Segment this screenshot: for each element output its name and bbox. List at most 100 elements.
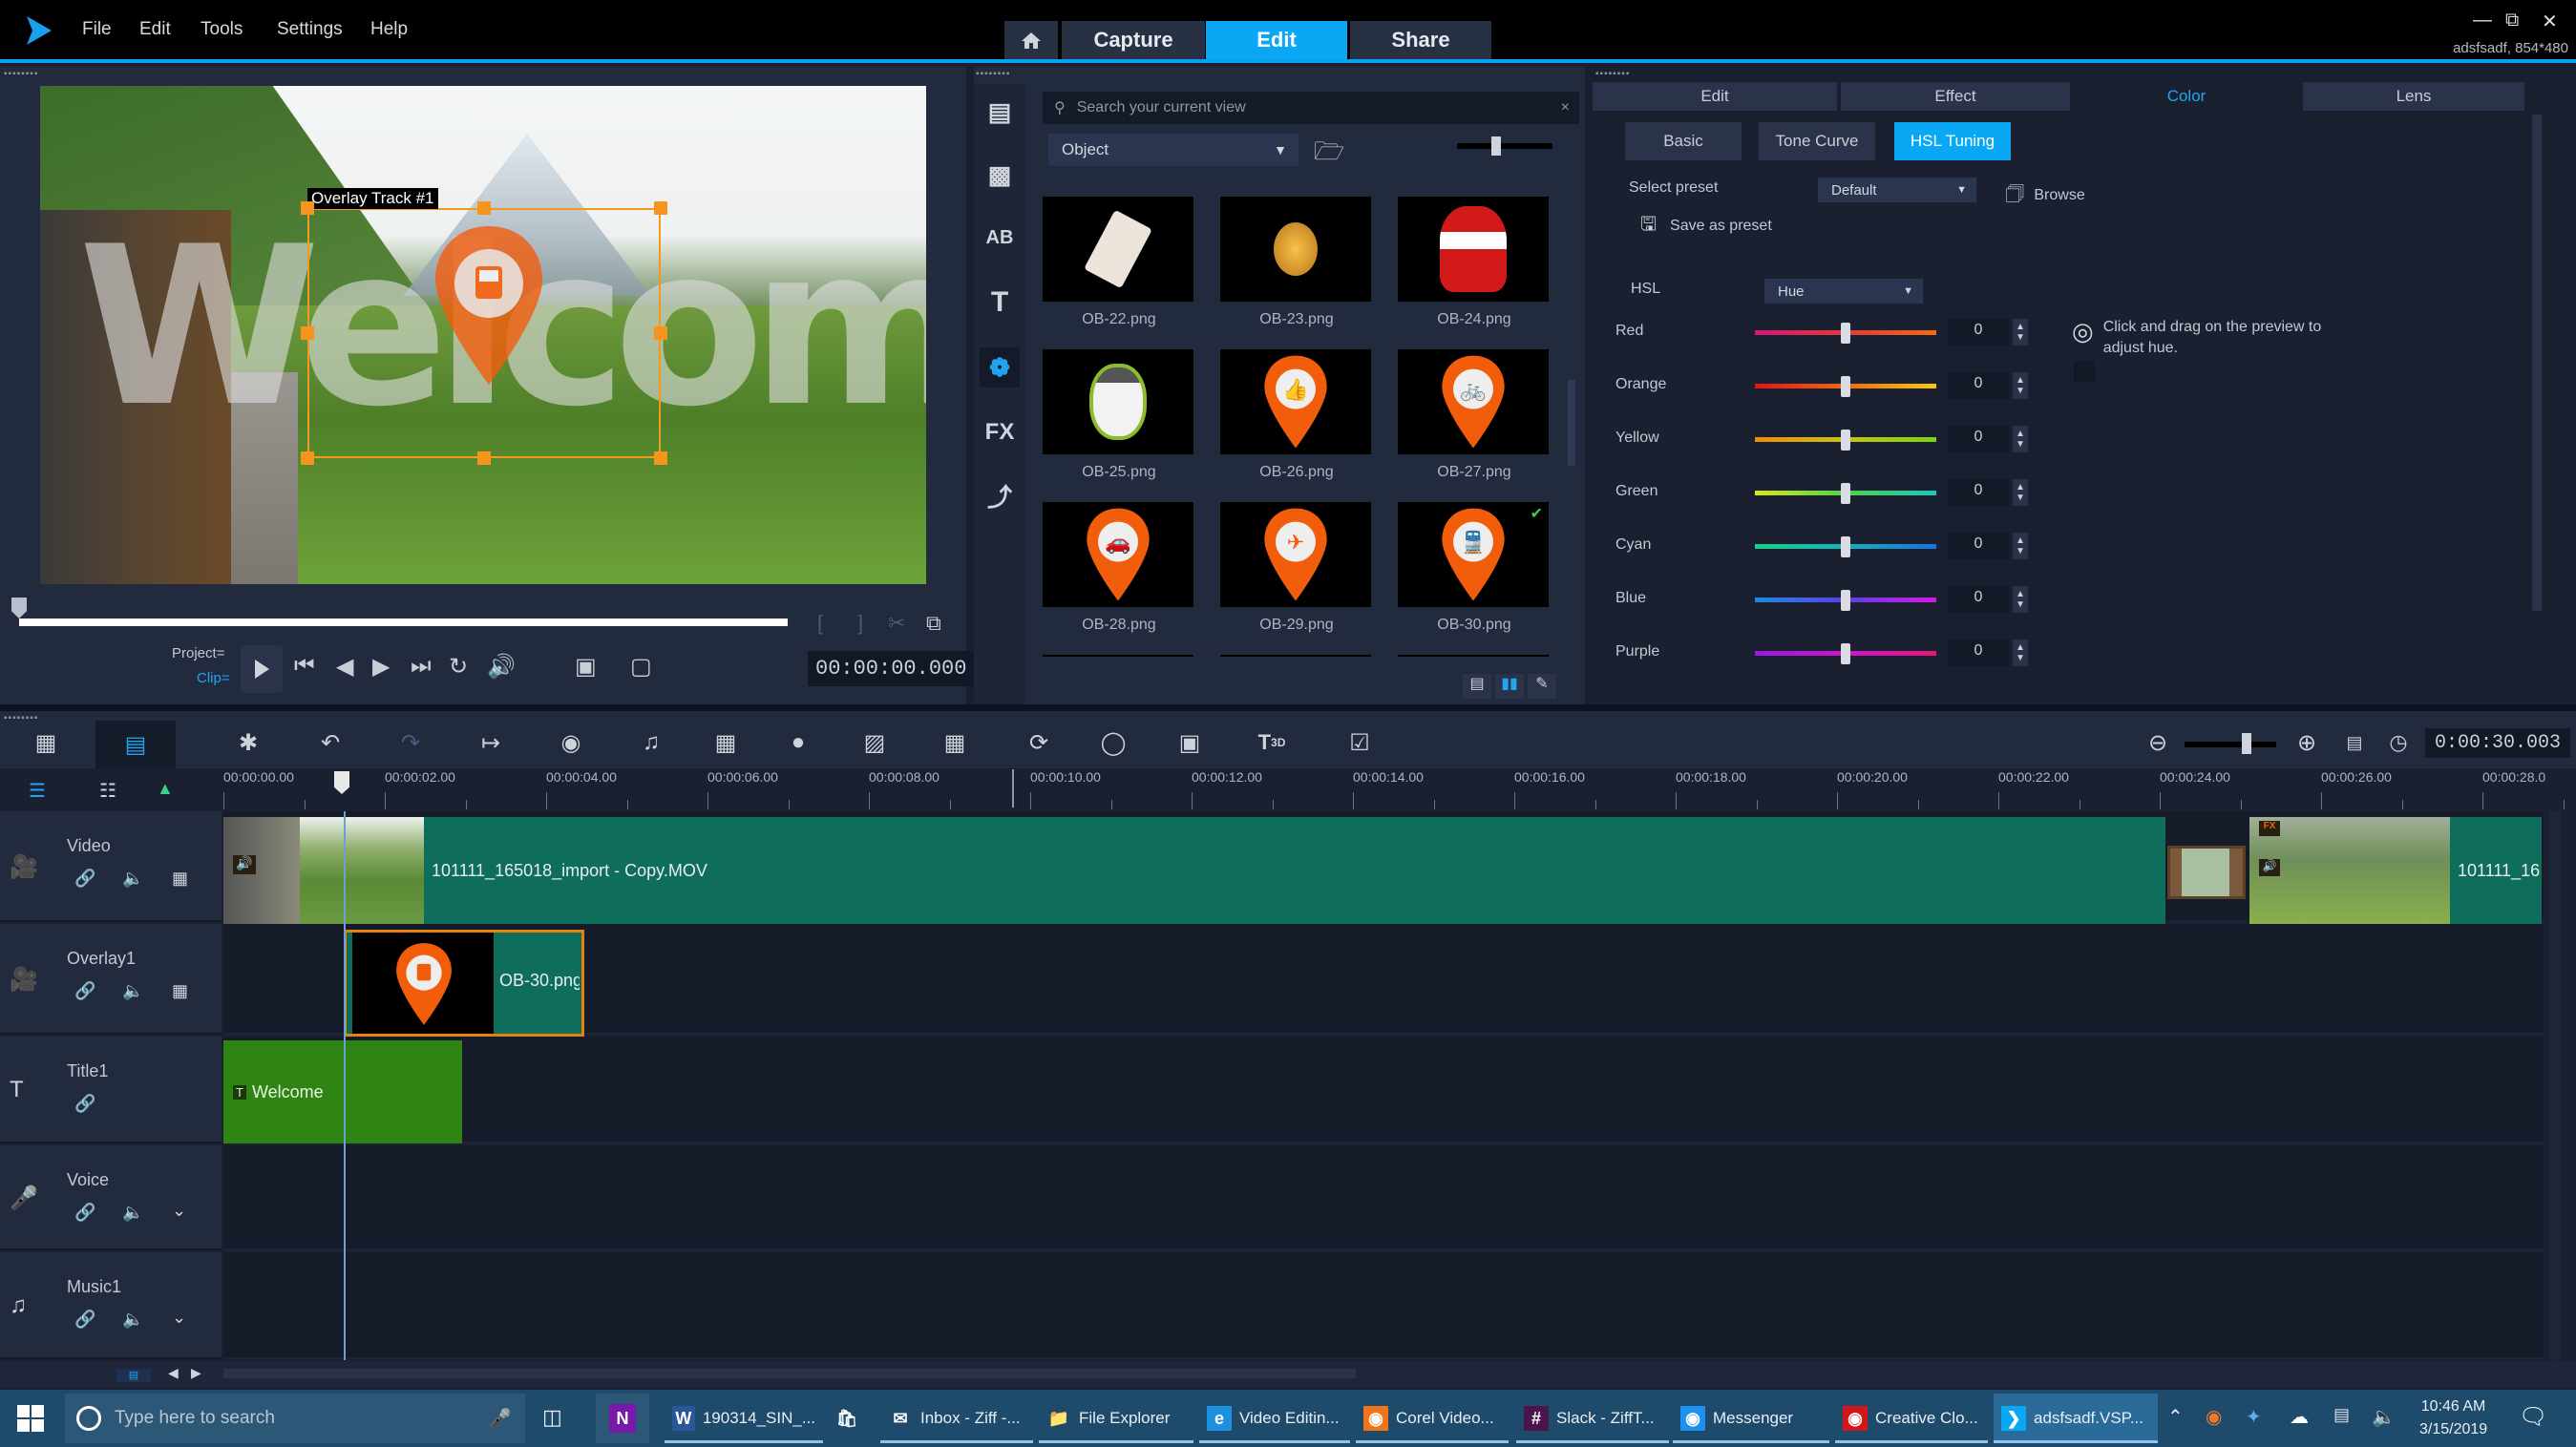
scrubber-bar[interactable]: [19, 619, 788, 626]
slider-spinner[interactable]: ▲ ▼: [2013, 640, 2028, 666]
slider-thumb[interactable]: [1841, 323, 1850, 344]
taskbar-app-button[interactable]: W 190314_SIN_...: [665, 1394, 823, 1443]
track-header-voice[interactable]: 🎤 Voice 🔗 🔈 ⌄: [0, 1145, 222, 1250]
menu-help[interactable]: Help: [370, 19, 408, 40]
link-icon[interactable]: 🔗: [74, 869, 95, 889]
slider-value-input[interactable]: 0: [1948, 640, 2009, 666]
menu-settings[interactable]: Settings: [277, 19, 343, 40]
mark-in-button[interactable]: [: [817, 611, 823, 636]
slider-thumb[interactable]: [1841, 483, 1850, 504]
track-transparency-icon[interactable]: ▦: [172, 869, 188, 889]
link-icon[interactable]: 🔗: [74, 1203, 95, 1223]
clip-mode-label[interactable]: Clip=: [197, 670, 230, 686]
panel-grip[interactable]: ▪▪▪▪▪▪▪▪: [4, 69, 38, 79]
expand-track-icon[interactable]: ⌄: [172, 1201, 186, 1221]
options-scrollbar[interactable]: [2532, 115, 2542, 611]
mute-icon[interactable]: 🔈: [122, 1310, 143, 1330]
zoom-out-icon[interactable]: ⊖: [2139, 725, 2177, 760]
library-item-partial[interactable]: [1220, 655, 1371, 657]
slider-value-input[interactable]: 0: [1948, 426, 2009, 452]
zoom-fit-icon[interactable]: ▤: [116, 1369, 151, 1382]
slider-value-input[interactable]: 0: [1948, 533, 2009, 559]
resize-handle-tl[interactable]: [301, 201, 314, 215]
mask-creator-icon[interactable]: ◯: [1094, 725, 1132, 760]
time-remapping-icon[interactable]: ⟳: [1020, 725, 1058, 760]
timeline-zoom-thumb[interactable]: [2242, 733, 2251, 754]
track-header-title[interactable]: T Title1 🔗: [0, 1037, 222, 1143]
taskbar-app-button[interactable]: 📁 File Explorer: [1039, 1394, 1193, 1443]
close-button[interactable]: ✕: [2542, 10, 2558, 33]
motion-tracking-icon[interactable]: ●: [779, 725, 817, 760]
view-list-button[interactable]: ▤: [1463, 674, 1491, 699]
taskbar-app-button[interactable]: ❯ adsfsadf.VSP...: [1994, 1394, 2158, 1443]
slider-spinner[interactable]: ▲ ▼: [2013, 372, 2028, 399]
spin-up-icon[interactable]: ▲: [2016, 589, 2025, 599]
slider-spinner[interactable]: ▲ ▼: [2013, 586, 2028, 613]
taskbar-clock[interactable]: 10:46 AM 3/15/2019: [2419, 1395, 2487, 1441]
link-icon[interactable]: 🔗: [74, 981, 95, 1001]
category-dropdown[interactable]: Object ▼: [1048, 134, 1299, 166]
onenote-button[interactable]: N: [596, 1394, 649, 1443]
previous-frame-button[interactable]: ◀: [336, 653, 353, 681]
subtitle-editor-icon[interactable]: ▨: [855, 725, 894, 760]
taskbar-app-button[interactable]: e Video Editin...: [1199, 1394, 1350, 1443]
tab-options-lens[interactable]: Lens: [2303, 82, 2524, 111]
track-lane-music[interactable]: [223, 1252, 2544, 1359]
library-item-partial[interactable]: [1398, 655, 1549, 657]
end-frame-button[interactable]: ⏭: [411, 653, 432, 680]
timecode-display[interactable]: 00:00:00.000 ⇕: [808, 651, 996, 686]
storyboard-view-icon[interactable]: ▦: [27, 725, 65, 760]
slider-value-input[interactable]: 0: [1948, 372, 2009, 399]
tab-share[interactable]: Share: [1350, 21, 1491, 59]
timeline-zoom-slider[interactable]: [2185, 742, 2276, 747]
library-scrollbar[interactable]: [1568, 380, 1575, 466]
project-mode-label[interactable]: Project=: [172, 645, 224, 661]
start-button[interactable]: [17, 1405, 44, 1432]
library-item[interactable]: OB-24.png: [1384, 197, 1564, 349]
home-button[interactable]: [1004, 21, 1058, 59]
taskbar-search-box[interactable]: Type here to search 🎤: [65, 1394, 525, 1443]
tray-slack-icon[interactable]: ✦: [2246, 1405, 2262, 1429]
sound-mixer-icon[interactable]: ♫: [632, 725, 670, 760]
mute-icon[interactable]: 🔈: [122, 869, 143, 889]
tab-options-effect[interactable]: Effect: [1841, 82, 2070, 111]
spin-up-icon[interactable]: ▲: [2016, 642, 2025, 653]
taskbar-app-button[interactable]: ✉ Inbox - Ziff -...: [880, 1394, 1033, 1443]
taskbar-app-button[interactable]: 🛍: [827, 1394, 876, 1443]
multi-camera-icon[interactable]: ▦: [936, 725, 974, 760]
video-clip-second-thumbnail[interactable]: FX 🔊: [2249, 817, 2450, 924]
repeat-button[interactable]: ↻: [449, 653, 468, 681]
task-view-icon[interactable]: ◫: [542, 1405, 562, 1430]
slider-thumb[interactable]: [1841, 590, 1850, 611]
slider-spinner[interactable]: ▲ ▼: [2013, 426, 2028, 452]
spin-up-icon[interactable]: ▲: [2016, 482, 2025, 493]
library-item[interactable]: OB-22.png: [1029, 197, 1209, 349]
toolbar-options-icon[interactable]: ✱: [229, 725, 267, 760]
motion-path-icon[interactable]: ⤴: [980, 475, 1020, 515]
volume-button[interactable]: 🔊: [487, 653, 516, 681]
slider-thumb[interactable]: [1841, 430, 1850, 451]
resize-handle-r[interactable]: [654, 326, 667, 340]
home-frame-button[interactable]: ⏮: [294, 653, 315, 680]
track-header-video[interactable]: 🎥 Video 🔗 🔈 ▦: [0, 811, 222, 922]
title-icon[interactable]: T: [980, 283, 1020, 323]
zoom-in-icon[interactable]: ⊕: [2288, 725, 2326, 760]
library-item[interactable]: OB-23.png: [1207, 197, 1386, 349]
track-header-music[interactable]: ♫ Music1 🔗 🔈 ⌄: [0, 1252, 222, 1359]
slider-spinner[interactable]: ▲ ▼: [2013, 319, 2028, 346]
clear-search-icon[interactable]: ×: [1561, 99, 1570, 116]
taskbar-app-button[interactable]: # Slack - ZiffT...: [1516, 1394, 1669, 1443]
resize-handle-t[interactable]: [477, 201, 491, 215]
tab-edit[interactable]: Edit: [1206, 21, 1347, 59]
panel-grip[interactable]: ▪▪▪▪▪▪▪▪: [4, 713, 38, 724]
slider-thumb[interactable]: [1841, 536, 1850, 557]
library-item[interactable]: OB-25.png: [1029, 349, 1209, 502]
panel-grip[interactable]: ▪▪▪▪▪▪▪▪: [1595, 69, 1630, 79]
expand-track-icon[interactable]: ⌄: [172, 1308, 186, 1328]
tab-options-edit[interactable]: Edit: [1593, 82, 1837, 111]
resize-handle-l[interactable]: [301, 326, 314, 340]
video-clip-second[interactable]: 101111_16: [2450, 817, 2542, 924]
preview-size-button[interactable]: ▢: [630, 653, 652, 681]
spin-up-icon[interactable]: ▲: [2016, 535, 2025, 546]
fit-to-project-icon[interactable]: ↦: [472, 725, 510, 760]
